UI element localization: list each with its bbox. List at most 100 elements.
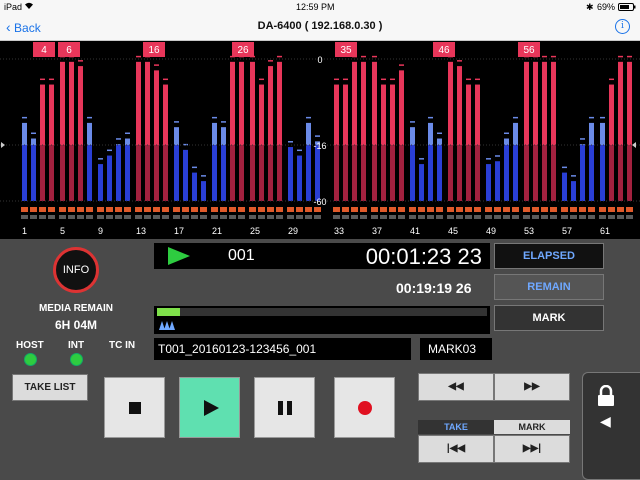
peak-hold-marker bbox=[98, 158, 103, 160]
meter-bar bbox=[410, 127, 415, 145]
mark-skip-label[interactable]: MARK bbox=[494, 420, 570, 434]
tc-in-label: TC IN bbox=[109, 340, 136, 351]
status-indicator bbox=[39, 215, 46, 219]
overload-indicator bbox=[296, 207, 303, 212]
meter-marker-icon bbox=[632, 142, 636, 148]
meter-bar bbox=[277, 61, 282, 146]
meter-bar bbox=[40, 84, 45, 145]
skip-back-button[interactable]: |◀◀ bbox=[418, 435, 494, 463]
overload-indicator bbox=[427, 207, 434, 212]
overload-indicator bbox=[258, 207, 265, 212]
status-indicator bbox=[258, 215, 265, 219]
overload-indicator bbox=[124, 207, 131, 212]
meter-bar bbox=[250, 145, 255, 201]
meter-bar bbox=[410, 145, 415, 201]
meter-bar bbox=[183, 149, 188, 201]
int-label: INT bbox=[68, 340, 85, 351]
mark-button[interactable]: MARK bbox=[494, 305, 604, 331]
peak-hold-marker bbox=[410, 121, 415, 123]
meter-bar bbox=[437, 138, 442, 145]
peak-hold-marker bbox=[212, 116, 217, 119]
status-bar: iPad 12:59 PM ✱ 69% bbox=[0, 0, 640, 14]
overload-indicator bbox=[48, 207, 55, 212]
overload-indicator bbox=[456, 207, 463, 212]
meter-bar bbox=[98, 164, 103, 201]
info-icon[interactable]: i bbox=[615, 19, 630, 34]
overload-indicator bbox=[30, 207, 37, 212]
overload-indicator bbox=[86, 207, 93, 212]
peak-hold-marker bbox=[136, 55, 141, 58]
meter-bar bbox=[250, 61, 255, 146]
peak-hold-marker bbox=[513, 116, 518, 119]
overload-indicator bbox=[532, 207, 539, 212]
overload-indicator bbox=[570, 207, 577, 212]
meter-bar bbox=[448, 61, 453, 146]
peak-hold-marker bbox=[154, 64, 159, 66]
overload-indicator bbox=[200, 207, 207, 212]
peak-hold-marker bbox=[609, 78, 614, 81]
info-button[interactable]: INFO bbox=[53, 247, 99, 293]
mark-position-icon bbox=[159, 321, 175, 330]
status-indicator bbox=[523, 215, 530, 219]
status-indicator bbox=[191, 215, 198, 219]
track-number-label: 61 bbox=[600, 226, 610, 236]
status-indicator bbox=[447, 215, 454, 219]
remain-button[interactable]: REMAIN bbox=[494, 274, 604, 300]
status-indicator bbox=[173, 215, 180, 219]
meter-bar bbox=[571, 181, 576, 201]
play-status-icon bbox=[168, 247, 190, 265]
meter-bar bbox=[343, 145, 348, 201]
stop-button[interactable] bbox=[104, 377, 165, 438]
meter-bar bbox=[475, 84, 480, 145]
pause-button[interactable] bbox=[254, 377, 315, 438]
meter-bar bbox=[163, 145, 168, 201]
peak-hold-marker bbox=[390, 78, 395, 81]
int-indicator bbox=[70, 353, 83, 366]
overload-indicator bbox=[447, 207, 454, 212]
meter-bar bbox=[192, 172, 197, 201]
meter-bar bbox=[259, 84, 264, 145]
meter-bar bbox=[486, 164, 491, 201]
meter-bar bbox=[259, 145, 264, 201]
lock-panel[interactable]: ◀ bbox=[582, 372, 640, 480]
meter-bar bbox=[154, 145, 159, 201]
elapsed-time: 00:01:23 23 bbox=[365, 244, 482, 269]
elapsed-button[interactable]: ELAPSED bbox=[494, 243, 604, 269]
overload-indicator bbox=[608, 207, 615, 212]
play-button[interactable] bbox=[179, 377, 240, 438]
meter-bar bbox=[372, 61, 377, 146]
meter-bar bbox=[448, 145, 453, 201]
meter-bar bbox=[334, 145, 339, 201]
meter-bar bbox=[49, 145, 54, 201]
peak-hold-marker bbox=[437, 132, 442, 135]
meter-bar bbox=[174, 127, 179, 145]
status-indicator bbox=[474, 215, 481, 219]
file-name-field: T001_20160123-123456_001 bbox=[154, 338, 411, 360]
status-indicator bbox=[48, 215, 55, 219]
peak-hold-marker bbox=[343, 78, 348, 81]
status-indicator bbox=[561, 215, 568, 219]
status-indicator bbox=[153, 215, 160, 219]
fast-forward-button[interactable]: ▶▶ bbox=[494, 373, 570, 401]
peak-hold-marker bbox=[381, 78, 386, 81]
status-indicator bbox=[436, 215, 443, 219]
overload-indicator bbox=[106, 207, 113, 212]
record-button[interactable] bbox=[334, 377, 395, 438]
overload-indicator bbox=[503, 207, 510, 212]
playback-progress[interactable] bbox=[154, 306, 490, 334]
overload-indicator bbox=[77, 207, 84, 212]
meter-bar bbox=[136, 145, 141, 201]
meter-bar bbox=[49, 84, 54, 145]
meter-bar bbox=[551, 61, 556, 146]
navigation-bar: ‹ Back DA-6400 ( 192.168.0.30 ) i bbox=[0, 14, 640, 41]
group-tag-label: 56 bbox=[523, 45, 535, 56]
meter-bar bbox=[352, 145, 357, 201]
meter-bar bbox=[533, 61, 538, 146]
meter-bar bbox=[315, 145, 320, 201]
rewind-button[interactable]: ◀◀ bbox=[418, 373, 494, 401]
battery-percent: 69% bbox=[597, 2, 616, 12]
wifi-icon bbox=[24, 2, 34, 12]
skip-forward-button[interactable]: ▶▶| bbox=[494, 435, 570, 463]
status-indicator bbox=[503, 215, 510, 219]
take-list-button[interactable]: TAKE LIST bbox=[12, 374, 88, 401]
